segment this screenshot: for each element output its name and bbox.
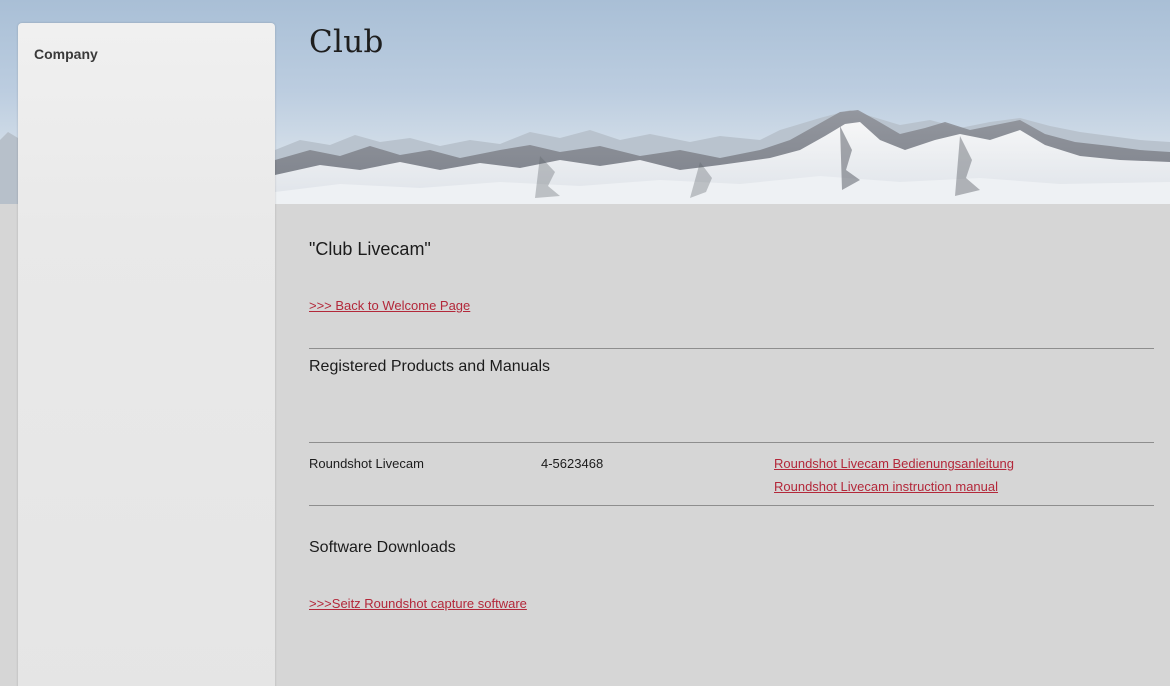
main-content: "Club Livecam" >>> Back to Welcome Page … <box>309 204 1154 686</box>
divider <box>309 442 1154 443</box>
manual-link-english[interactable]: Roundshot Livecam instruction manual <box>774 479 998 494</box>
divider <box>309 348 1154 349</box>
sidebar: Company <box>18 23 275 686</box>
manual-link-german[interactable]: Roundshot Livecam Bedienungsanleitung <box>774 456 1014 471</box>
products-heading: Registered Products and Manuals <box>309 358 551 375</box>
product-name: Roundshot Livecam <box>309 456 424 471</box>
divider <box>309 505 1154 506</box>
downloads-heading: Software Downloads <box>309 539 456 556</box>
page: Club Company "Club Livecam" >>> Back to … <box>0 0 1170 686</box>
page-title: Club <box>309 24 384 60</box>
product-serial-number: 4-5623468 <box>541 456 604 471</box>
sidebar-title[interactable]: Company <box>34 46 98 62</box>
section-title: "Club Livecam" <box>309 239 431 259</box>
back-to-welcome-link[interactable]: >>> Back to Welcome Page <box>309 298 470 313</box>
capture-software-link[interactable]: >>>Seitz Roundshot capture software <box>309 596 527 611</box>
